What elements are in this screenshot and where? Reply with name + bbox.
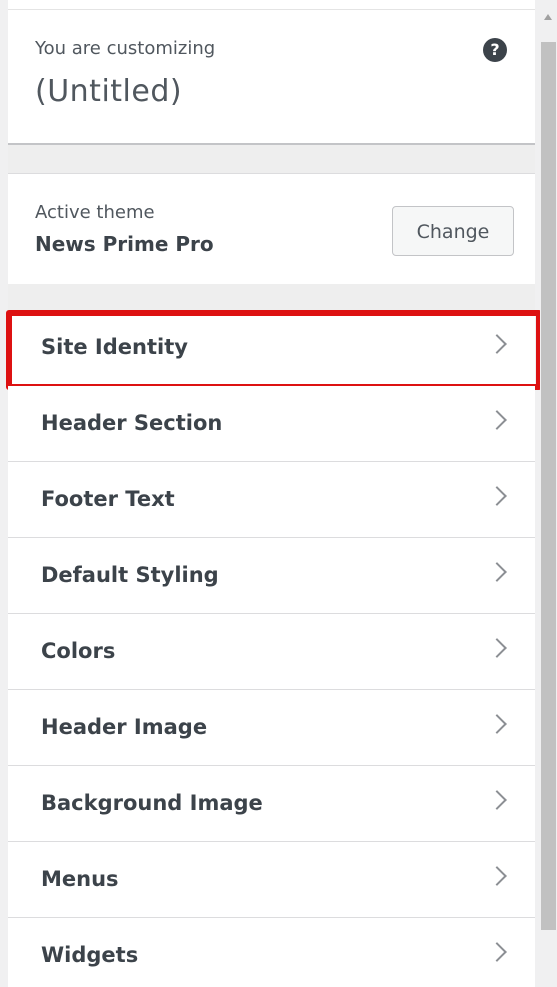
- section-label: Default Styling: [41, 563, 219, 587]
- chevron-right-icon: [487, 410, 507, 430]
- panel-divider: [8, 145, 535, 174]
- section-label: Colors: [41, 639, 116, 663]
- section-colors[interactable]: Colors: [8, 614, 535, 690]
- chevron-right-icon: [487, 790, 507, 810]
- section-header-section[interactable]: Header Section: [8, 386, 535, 462]
- section-label: Header Image: [41, 715, 208, 739]
- active-theme-section: Active theme News Prime Pro Change: [8, 174, 535, 284]
- customizing-info: You are customizing (Untitled) ?: [8, 10, 535, 145]
- change-theme-button[interactable]: Change: [392, 206, 514, 256]
- scrollbar-thumb[interactable]: [541, 42, 556, 930]
- section-default-styling[interactable]: Default Styling: [8, 538, 535, 614]
- chevron-right-icon: [487, 334, 507, 354]
- section-background-image[interactable]: Background Image: [8, 766, 535, 842]
- customizing-label: You are customizing: [35, 38, 216, 59]
- active-theme-name: News Prime Pro: [35, 232, 214, 256]
- section-label: Site Identity: [41, 335, 188, 359]
- site-title: (Untitled): [35, 74, 183, 109]
- left-gutter: [0, 0, 8, 987]
- chevron-right-icon: [487, 866, 507, 886]
- customizer-panel: You are customizing (Untitled) ? Active …: [6, 0, 542, 987]
- chevron-right-icon: [487, 714, 507, 734]
- section-label: Background Image: [41, 791, 263, 815]
- section-site-identity[interactable]: Site Identity: [6, 310, 542, 390]
- section-header-image[interactable]: Header Image: [8, 690, 535, 766]
- section-menus[interactable]: Menus: [8, 842, 535, 918]
- section-widgets[interactable]: Widgets: [8, 918, 535, 987]
- chevron-right-icon: [487, 486, 507, 506]
- customizer-sections: Site Identity Header Section Footer Text…: [6, 310, 542, 987]
- chevron-right-icon: [487, 562, 507, 582]
- top-edge: [8, 0, 535, 10]
- vertical-scrollbar[interactable]: [540, 0, 557, 987]
- help-icon[interactable]: ?: [483, 38, 507, 62]
- active-theme-label: Active theme: [35, 202, 155, 223]
- section-footer-text[interactable]: Footer Text: [8, 462, 535, 538]
- section-label: Footer Text: [41, 487, 175, 511]
- panel-divider: [8, 284, 535, 310]
- section-label: Header Section: [41, 411, 223, 435]
- customizer-window: You are customizing (Untitled) ? Active …: [0, 0, 557, 987]
- chevron-right-icon: [487, 942, 507, 962]
- section-label: Widgets: [41, 943, 139, 967]
- section-label: Menus: [41, 867, 119, 891]
- chevron-right-icon: [487, 638, 507, 658]
- scroll-up-arrow-icon[interactable]: [544, 14, 552, 20]
